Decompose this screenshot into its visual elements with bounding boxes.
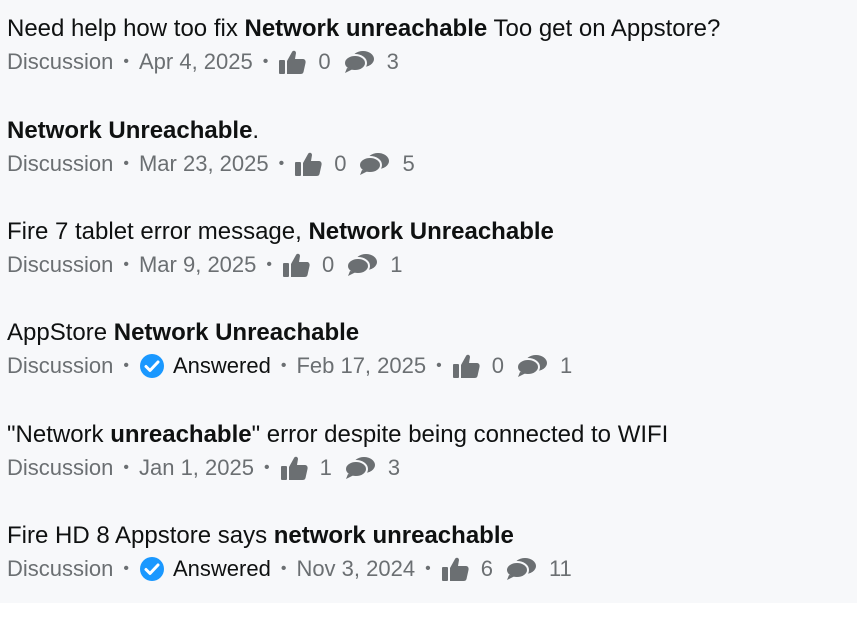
- reply-count: 3: [386, 49, 399, 74]
- post-date: Apr 4, 2025: [138, 49, 253, 74]
- result-title-link[interactable]: AppStore Network Unreachable: [7, 318, 584, 348]
- title-text: Fire HD 8 Appstore says: [7, 522, 274, 549]
- separator: •: [123, 155, 129, 172]
- separator: •: [123, 256, 129, 273]
- post-type: Discussion: [7, 455, 114, 480]
- result-meta: Discussion • Apr 4, 2025 • 0 3: [7, 47, 720, 77]
- result-item[interactable]: AppStore Network Unreachable Discussion …: [7, 318, 584, 381]
- result-meta: Discussion • Answered • Feb 17, 2025 • 0…: [7, 351, 584, 381]
- separator: •: [278, 155, 285, 172]
- speech-bubbles-icon: [342, 50, 375, 74]
- title-highlight: Network unreachable: [244, 15, 488, 42]
- like-count: 0: [318, 49, 331, 74]
- reply-count: 3: [387, 455, 401, 480]
- title-highlight: Network Unreachable: [7, 117, 253, 144]
- post-type: Discussion: [7, 151, 114, 176]
- thumbs-up-icon: [294, 151, 322, 177]
- result-item[interactable]: Fire HD 8 Appstore says network unreacha…: [7, 521, 584, 584]
- post-date: Feb 17, 2025: [296, 353, 427, 378]
- post-date: Nov 3, 2024: [296, 556, 416, 581]
- title-highlight: unreachable: [110, 421, 252, 448]
- title-highlight: network unreachable: [273, 522, 514, 549]
- separator: •: [280, 357, 287, 374]
- title-highlight: Network Unreachable: [113, 319, 360, 346]
- separator: •: [123, 357, 129, 374]
- result-title-link[interactable]: Need help how too fix Network unreachabl…: [7, 14, 720, 44]
- result-meta: Discussion • Answered • Nov 3, 2024 • 6 …: [7, 554, 584, 584]
- post-date: Jan 1, 2025: [138, 455, 254, 480]
- result-meta: Discussion • Jan 1, 2025 • 1 3: [7, 453, 668, 483]
- thumbs-up-icon: [282, 252, 310, 278]
- check-badge-icon: [139, 556, 165, 582]
- result-item[interactable]: Fire 7 tablet error message, Network Unr…: [7, 217, 554, 280]
- thumbs-up-icon: [441, 556, 469, 582]
- result-meta: Discussion • Mar 9, 2025 • 0 1: [7, 250, 554, 280]
- title-text: "Network: [7, 421, 111, 448]
- thumbs-up-icon: [280, 455, 308, 481]
- speech-bubbles-icon: [346, 253, 378, 277]
- separator: •: [425, 560, 431, 577]
- answered-label: Answered: [172, 556, 271, 581]
- title-text: Need help how too fix: [7, 15, 245, 42]
- separator: •: [262, 53, 269, 70]
- separator: •: [123, 560, 129, 577]
- result-title-link[interactable]: Fire 7 tablet error message, Network Unr…: [7, 217, 554, 247]
- separator: •: [266, 256, 272, 273]
- result-item[interactable]: "Network unreachable" error despite bein…: [7, 420, 668, 483]
- check-badge-icon: [139, 353, 165, 379]
- post-date: Mar 23, 2025: [138, 151, 269, 176]
- result-title-link[interactable]: "Network unreachable" error despite bein…: [7, 420, 668, 450]
- post-type: Discussion: [7, 252, 114, 277]
- title-text: Too get on Appstore?: [487, 15, 721, 42]
- like-count: 0: [491, 353, 504, 378]
- reply-count: 11: [548, 556, 572, 581]
- post-date: Mar 9, 2025: [138, 252, 257, 277]
- speech-bubbles-icon: [504, 557, 537, 581]
- separator: •: [436, 357, 442, 374]
- separator: •: [280, 560, 287, 577]
- answered-label: Answered: [172, 353, 271, 378]
- title-text: AppStore: [7, 319, 114, 346]
- post-type: Discussion: [7, 556, 114, 581]
- like-count: 0: [322, 252, 335, 277]
- like-count: 6: [480, 556, 493, 581]
- reply-count: 1: [390, 252, 403, 277]
- search-results-panel: Need help how too fix Network unreachabl…: [0, 0, 857, 603]
- speech-bubbles-icon: [515, 354, 548, 378]
- thumbs-up-icon: [452, 353, 480, 379]
- title-text: " error despite being connected to WIFI: [251, 421, 669, 448]
- thumbs-up-icon: [278, 49, 306, 75]
- like-count: 0: [334, 151, 347, 176]
- reply-count: 1: [559, 353, 573, 378]
- title-text: .: [252, 117, 260, 144]
- speech-bubbles-icon: [343, 456, 376, 480]
- post-type: Discussion: [7, 49, 114, 74]
- result-item[interactable]: Network Unreachable. Discussion • Mar 23…: [7, 116, 427, 179]
- like-count: 1: [319, 455, 332, 480]
- result-meta: Discussion • Mar 23, 2025 • 0 5: [7, 149, 427, 179]
- title-highlight: Network Unreachable: [308, 218, 554, 245]
- result-item[interactable]: Need help how too fix Network unreachabl…: [7, 14, 720, 77]
- speech-bubbles-icon: [358, 152, 390, 176]
- post-type: Discussion: [7, 353, 114, 378]
- result-title-link[interactable]: Fire HD 8 Appstore says network unreacha…: [7, 521, 584, 551]
- separator: •: [123, 459, 129, 476]
- separator: •: [123, 53, 129, 70]
- title-text: Fire 7 tablet error message,: [7, 218, 309, 245]
- result-title-link[interactable]: Network Unreachable.: [7, 116, 427, 146]
- reply-count: 5: [402, 151, 415, 176]
- separator: •: [263, 459, 270, 476]
